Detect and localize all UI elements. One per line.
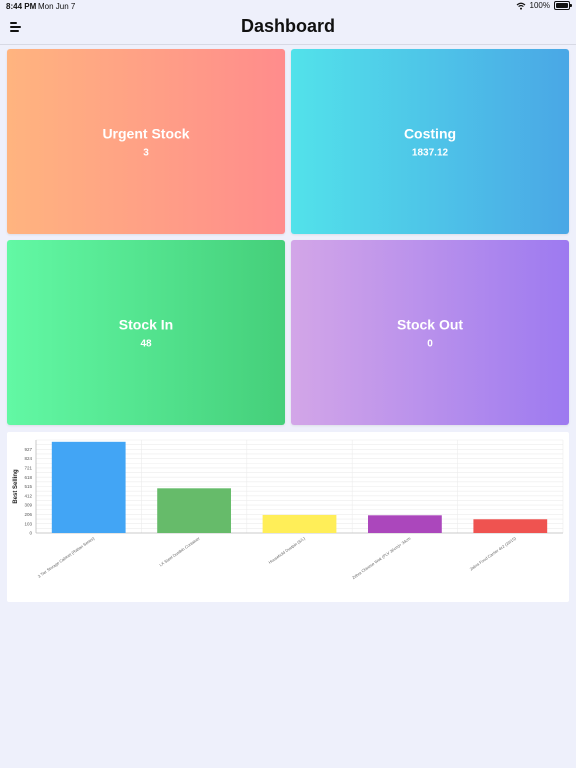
y-tick-label: 206 — [24, 512, 32, 517]
battery-icon — [554, 1, 572, 10]
bar — [51, 441, 126, 533]
y-tick-label: 515 — [24, 484, 32, 489]
stock-out-value: 0 — [427, 338, 433, 349]
y-tick-label: 103 — [24, 521, 32, 526]
stock-out-card[interactable]: Stock Out 0 — [291, 240, 569, 425]
x-category-label: Household Dustpin (S/L) — [268, 535, 307, 564]
x-category-label: Zebra Chinese Wok (PLV 36cm)+ 34cm — [351, 535, 412, 580]
status-time: 8:44 PM — [6, 2, 37, 11]
bar — [368, 515, 442, 533]
page-title: Dashboard — [240, 16, 336, 36]
y-tick-label: 0 — [29, 531, 32, 536]
stock-in-card[interactable]: Stock In 48 — [7, 240, 285, 425]
status-bar: 8:44 PM Mon Jun 7 100% — [0, 0, 576, 12]
bar — [157, 488, 231, 533]
best-selling-chart-panel: 0 103 206 309 412 515 618 721 824 927 Best Selling… — [7, 432, 569, 602]
bar — [262, 514, 337, 533]
costing-card[interactable]: Costing 1837.12 — [291, 49, 569, 234]
bar — [473, 519, 548, 533]
navigation-bar: Dashboard — [0, 12, 576, 45]
y-tick-label: 927 — [24, 447, 32, 452]
stock-out-label: Stock Out — [396, 316, 464, 332]
urgent-stock-label: Urgent Stock — [102, 125, 190, 141]
costing-label: Costing — [403, 125, 457, 141]
best-selling-chart: 0 103 206 309 412 515 618 721 824 927 Best Selling… — [13, 439, 564, 580]
status-date: Mon Jun 7 — [38, 2, 76, 11]
stock-in-label: Stock In — [118, 316, 174, 332]
x-category-label: Zebra Food Carrier 4x2 (20/15) — [469, 535, 518, 571]
wifi-icon — [516, 2, 525, 10]
battery-percent: 100% — [529, 1, 550, 10]
y-tick-label: 412 — [24, 493, 32, 498]
y-tick-label: 721 — [24, 466, 32, 471]
x-category-label: 3 Tier Storage Cabinet (Rattan Series) — [37, 535, 96, 579]
status-right: 100% — [516, 1, 572, 10]
x-category-label: LX Steel Dustbin Container — [158, 535, 201, 567]
stock-in-value: 48 — [140, 338, 152, 349]
y-tick-label: 309 — [24, 503, 32, 508]
urgent-stock-card[interactable]: Urgent Stock 3 — [7, 49, 285, 234]
costing-value: 1837.12 — [411, 147, 449, 158]
y-axis-label: Best Selling — [13, 469, 19, 504]
y-tick-label: 618 — [24, 475, 32, 480]
urgent-stock-value: 3 — [143, 147, 149, 158]
y-tick-label: 824 — [24, 456, 32, 461]
